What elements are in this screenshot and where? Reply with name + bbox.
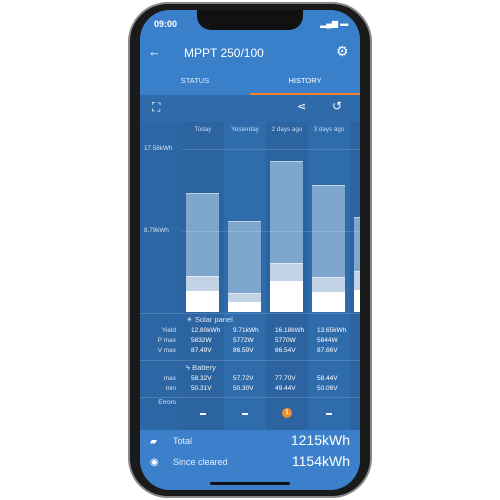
column-header: 2 days ago	[271, 126, 303, 133]
totals-panel: ▰ Total 1215kWh ◉ Since cleared 1154kWh	[140, 430, 360, 490]
bar-segment-bottom	[354, 289, 360, 312]
since-cleared-label: Since cleared	[173, 457, 228, 467]
label-errors: Errors	[158, 399, 176, 406]
home-indicator	[210, 482, 290, 485]
value-cell: 86.54V	[275, 347, 296, 354]
since-cleared-value: 1154kWh	[291, 453, 350, 469]
value-cell: 5772W	[233, 337, 254, 344]
value-cell: 5770W	[275, 337, 296, 344]
battery-title: Battery	[192, 363, 216, 372]
app-screen: 09:00 ▂▄▆ ▬ ← MPPT 250/100 ⚙ STATUS HIST…	[140, 10, 360, 490]
no-error-dash	[326, 413, 332, 415]
tab-status[interactable]: STATUS	[140, 76, 250, 85]
bar-segment-bottom	[270, 281, 303, 312]
bar-segment-bottom	[228, 301, 261, 312]
no-error-dash	[242, 413, 248, 415]
total-value: 1215kWh	[290, 432, 350, 448]
toolbar: ⛶ ⋖ ↺	[140, 95, 360, 122]
history-column[interactable]: 3 days ago 13.65kWh 5844W 87.66V 58.44V 50.06…	[308, 122, 350, 432]
since-cleared-icon: ◉	[150, 457, 159, 468]
label-vmax: V max	[157, 347, 176, 354]
y-tick-label: 17.58kWh	[144, 145, 173, 152]
label-pmax: P max	[157, 337, 176, 344]
value-cell: 50.31V	[191, 385, 212, 392]
value-cell: 50.30V	[233, 385, 254, 392]
history-column[interactable]: Yesterday 9.71kWh 5772W 86.59V 57.72V 50.30V	[224, 122, 266, 432]
sun-icon: ☀	[186, 315, 195, 324]
back-arrow-icon[interactable]: ←	[148, 44, 161, 59]
value-cell: 86.59V	[233, 347, 254, 354]
value-cell: 77.70V	[275, 375, 296, 382]
bar-segment-bottom	[186, 291, 219, 312]
gear-icon[interactable]: ⚙	[336, 43, 349, 60]
solar-section-title: ☀ Solar panel	[186, 315, 233, 324]
total-label: Total	[173, 436, 193, 446]
value-cell: 5844W	[317, 337, 338, 344]
value-cell: 12.80kWh	[191, 327, 221, 334]
value-cell: 87.66V	[317, 347, 338, 354]
total-icon: ▰	[150, 436, 157, 446]
value-cell: 49.44V	[275, 385, 296, 392]
notch	[197, 10, 303, 30]
value-cell: 58.32V	[191, 375, 212, 382]
no-error-dash	[200, 413, 206, 415]
value-cell: 5832W	[191, 337, 212, 344]
column-header: Today	[194, 126, 212, 133]
y-tick-label: 8.79kWh	[144, 227, 169, 234]
tab-history[interactable]: HISTORY	[250, 76, 360, 85]
value-cell: 87.49V	[191, 347, 212, 354]
battery-section-title: ϟ Battery	[186, 363, 216, 372]
column-header: Yesterday	[231, 126, 259, 133]
label-min: min	[165, 385, 176, 392]
share-icon[interactable]: ⋖	[297, 100, 306, 113]
value-cell: 57.72V	[233, 375, 254, 382]
divider	[140, 360, 360, 361]
gridline	[182, 231, 360, 232]
status-time: 09:00	[154, 19, 178, 29]
error-badge: 1	[282, 408, 292, 418]
divider	[140, 397, 360, 398]
history-column[interactable]: Today 12.80kWh 5832W 87.49V 58.32V 50.31V	[182, 122, 224, 432]
value-cell: 9.71kWh	[233, 327, 259, 334]
gridline	[182, 149, 360, 150]
value-cell: 58.44V	[317, 375, 338, 382]
value-cell: 50.06V	[317, 385, 338, 392]
column-header: 4	[350, 126, 360, 133]
history-column[interactable]: 2 days ago 16.18kWh 5770W 86.54V 77.70V 49.44…	[266, 122, 308, 432]
divider	[140, 313, 360, 314]
label-max: max	[163, 375, 176, 382]
solar-title: Solar panel	[194, 315, 233, 324]
history-icon[interactable]: ↺	[332, 99, 342, 113]
history-column[interactable]: 4	[350, 122, 360, 432]
label-yield: Yield	[161, 327, 176, 334]
page-title: MPPT 250/100	[184, 46, 264, 60]
column-header: 3 days ago	[313, 126, 345, 133]
value-cell: 16.18kWh	[275, 327, 305, 334]
fullscreen-icon[interactable]: ⛶	[152, 100, 160, 115]
signal-wifi-battery-icon: ▂▄▆ ▬	[320, 19, 349, 28]
bar-segment-bottom	[312, 292, 345, 312]
value-cell: 13.65kWh	[317, 327, 347, 334]
